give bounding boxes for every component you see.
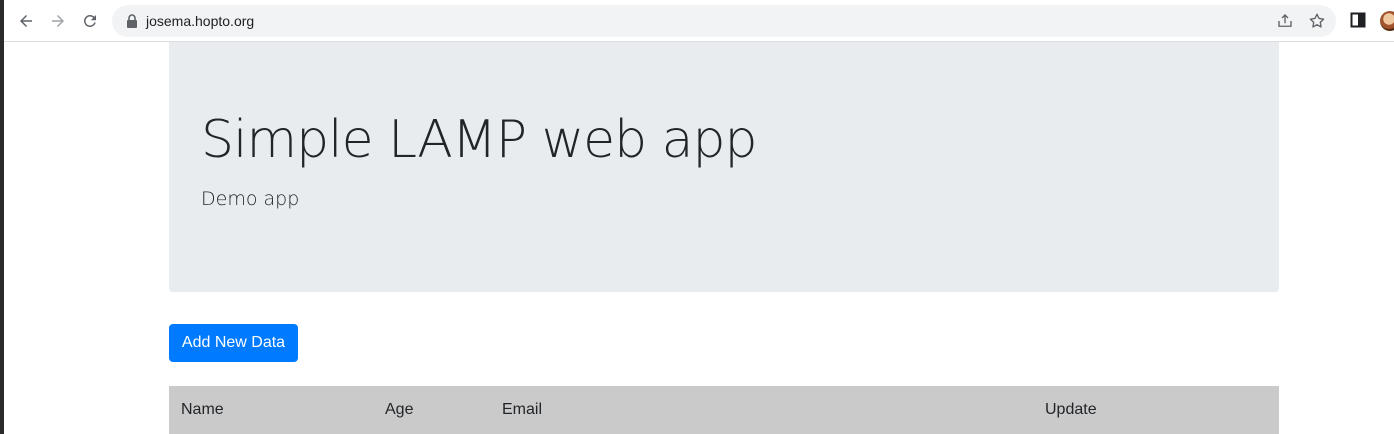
jumbotron: Simple LAMP web app Demo app: [169, 42, 1279, 292]
bookmark-star-icon[interactable]: [1308, 12, 1326, 30]
side-panel-icon[interactable]: [1350, 12, 1366, 28]
column-header-email: Email: [502, 401, 543, 418]
url-text: josema.hopto.org: [146, 13, 255, 29]
back-button[interactable]: [14, 9, 38, 33]
arrow-left-icon: [20, 15, 32, 27]
profile-avatar[interactable]: [1380, 11, 1394, 31]
browser-toolbar: josema.hopto.org: [4, 0, 1394, 42]
reload-icon: [83, 14, 96, 27]
column-header-update: Update: [1045, 401, 1097, 418]
page-subtitle: Demo app: [201, 188, 300, 210]
column-header-name: Name: [181, 401, 224, 418]
data-table: Name Age Email Update: [169, 386, 1279, 434]
column-header-age: Age: [385, 401, 414, 418]
window-edge: [0, 0, 4, 434]
reload-button[interactable]: [78, 9, 102, 33]
lock-icon: [127, 14, 137, 28]
page-title: Simple LAMP web app: [201, 110, 758, 170]
address-bar[interactable]: josema.hopto.org: [112, 5, 1336, 37]
arrow-right-icon: [52, 15, 64, 27]
share-icon[interactable]: [1276, 12, 1294, 30]
table-header-row: Name Age Email Update: [169, 386, 1279, 434]
add-new-data-button[interactable]: Add New Data: [169, 324, 298, 362]
forward-button[interactable]: [46, 9, 70, 33]
